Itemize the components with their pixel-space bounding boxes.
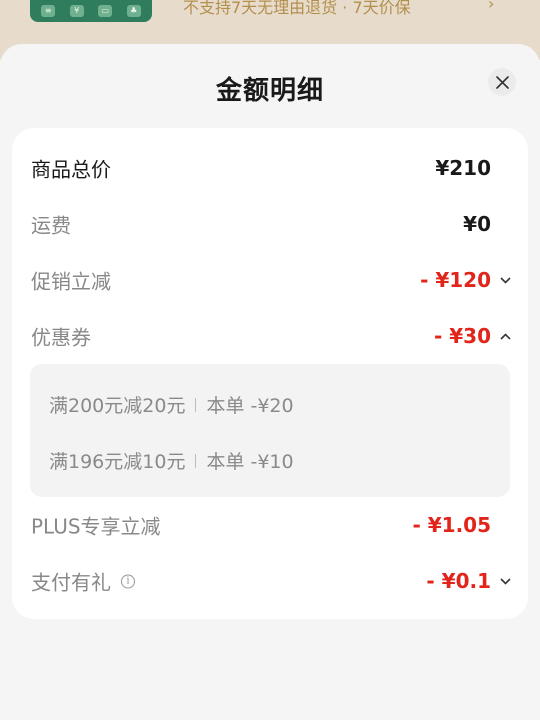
service-icons-strip: ≡ ¥ ▭ ♣ [30, 0, 152, 22]
promotion-label: 促销立减 [31, 269, 111, 294]
coupon-detail: 本单 -¥20 [206, 395, 294, 417]
row-coupon[interactable]: 优惠券 - ¥30 [12, 308, 528, 364]
coupon-detail: 本单 -¥10 [206, 451, 294, 473]
row-shipping: 运费 ¥0 [12, 196, 528, 252]
shipping-label: 运费 [31, 213, 71, 238]
row-plus-discount: PLUS专享立减 - ¥1.05 [12, 497, 528, 553]
sheet-title: 金额明细 [215, 76, 324, 106]
yen-icon: ¥ [69, 5, 84, 17]
card-icon: ▭ [98, 5, 113, 17]
payment-gift-value: - ¥0.1 [426, 569, 491, 593]
coupon-label: 优惠券 [31, 325, 91, 350]
badge-icon: ♣ [126, 5, 141, 17]
divider [195, 453, 197, 468]
chevron-down-icon[interactable] [499, 575, 511, 587]
info-icon[interactable]: i [121, 574, 135, 588]
coupon-item: 满200元减20元 本单 -¥20 [49, 391, 294, 418]
chevron-down-icon[interactable] [499, 274, 511, 286]
coupon-rule: 满196元减10元 [49, 451, 186, 473]
coupon-rule: 满200元减20元 [49, 395, 186, 417]
chevron-up-icon[interactable] [499, 330, 511, 342]
row-payment-gift[interactable]: 支付有礼 i - ¥0.1 [12, 553, 528, 609]
list-icon: ≡ [41, 5, 56, 17]
payment-gift-label: 支付有礼 i [31, 567, 135, 596]
shipping-value: ¥0 [463, 212, 491, 236]
coupon-item: 满196元减10元 本单 -¥10 [49, 447, 294, 474]
goods-total-label: 商品总价 [31, 157, 111, 182]
close-button[interactable] [488, 68, 516, 96]
amount-card: 商品总价 ¥210 运费 ¥0 促销立减 - ¥120 优惠券 - ¥30 满2… [12, 128, 528, 619]
plus-discount-label: PLUS专享立减 [31, 514, 161, 539]
plus-discount-value: - ¥1.05 [412, 513, 491, 537]
payment-gift-text: 支付有礼 [31, 570, 111, 595]
divider [195, 397, 197, 412]
promotion-value: - ¥120 [420, 268, 491, 292]
coupon-value: - ¥30 [433, 324, 491, 348]
return-policy-text: 不支持7天无理由退货 · 7天价保 [183, 0, 411, 17]
amount-detail-sheet: 金额明细 商品总价 ¥210 运费 ¥0 促销立减 - ¥120 优惠券 - ¥… [0, 44, 540, 720]
close-icon [495, 75, 509, 89]
chevron-right-icon: › [488, 0, 495, 13]
coupon-detail-box: 满200元减20元 本单 -¥20 满196元减10元 本单 -¥10 [30, 364, 510, 497]
goods-total-value: ¥210 [435, 156, 491, 180]
row-promotion[interactable]: 促销立减 - ¥120 [12, 252, 528, 308]
row-goods-total: 商品总价 ¥210 [12, 140, 528, 196]
